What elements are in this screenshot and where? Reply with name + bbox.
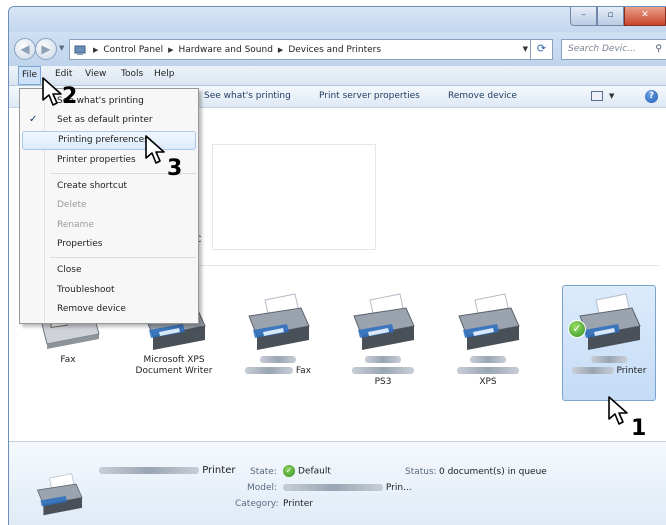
device-label: Printer (616, 366, 647, 376)
check-icon: ✓ (29, 114, 38, 125)
details-model-text: Prin... (385, 483, 412, 493)
menu-help[interactable]: Help (154, 69, 175, 79)
printer-icon (453, 290, 523, 350)
menu-bar: File Edit View Tools Help (9, 66, 666, 86)
breadcrumb-control-panel[interactable]: Control Panel (103, 45, 163, 55)
device-label: PS3 (374, 377, 392, 387)
device-printer-xps[interactable]: XPS (441, 290, 535, 388)
details-category-label: Category: (235, 499, 279, 509)
menu-item-rename[interactable]: Rename (22, 216, 196, 235)
details-printer-icon (33, 470, 85, 519)
device-printer-selected[interactable]: ✓ Printer (562, 285, 656, 401)
forward-button[interactable]: ▶ (35, 38, 57, 60)
maximize-button[interactable]: ▫ (597, 7, 624, 26)
device-label: Fax (295, 366, 312, 376)
menu-tools[interactable]: Tools (121, 69, 143, 79)
cursor-arrow-icon (42, 77, 62, 106)
menu-help-label: Help (154, 69, 175, 79)
details-device-name: Printer (99, 465, 235, 476)
address-bar[interactable]: ▶ Control Panel ▶ Hardware and Sound ▶ D… (69, 39, 553, 60)
title-bar: – ▫ ✕ (9, 7, 666, 32)
menu-file[interactable]: File (18, 66, 42, 85)
default-check-icon: ✓ (283, 465, 295, 477)
search-icon[interactable]: ⚲ (655, 40, 662, 59)
printer-icon: ✓ (568, 290, 644, 350)
details-state-value: ✓ Default (283, 465, 331, 477)
device-thumbnail-placeholder (212, 144, 376, 250)
printer-icon (243, 290, 313, 350)
step-number-2: 2 (62, 84, 78, 109)
help-icon[interactable]: ? (645, 90, 658, 103)
device-label: XPS (479, 377, 497, 387)
menu-file-label: File (22, 70, 38, 80)
menu-view-label: View (85, 69, 107, 79)
search-input[interactable]: Search Devic... ⚲ (561, 39, 666, 60)
device-label: Microsoft XPS (143, 355, 205, 365)
details-printer-label: Printer (202, 465, 236, 476)
menu-item-label: Set as default printer (57, 115, 153, 125)
redacted-model-name (441, 355, 535, 366)
breadcrumb-separator: ▶ (277, 45, 284, 54)
print-server-properties-button[interactable]: Print server properties (319, 91, 420, 101)
section-divider (179, 265, 659, 266)
cursor-arrow-icon (608, 396, 628, 425)
search-placeholder: Search Devic... (568, 44, 636, 54)
redacted-model-name (563, 355, 655, 366)
details-status-value: 0 document(s) in queue (439, 467, 547, 477)
menu-item-set-default-printer[interactable]: ✓ Set as default printer (22, 111, 196, 130)
menu-item-properties[interactable]: Properties (22, 235, 196, 254)
control-panel-icon (74, 45, 86, 55)
details-pane: Printer State: ✓ Default Status: 0 docume… (9, 441, 666, 525)
printer-icon (348, 290, 418, 350)
refresh-icon[interactable]: ⟳ (530, 39, 552, 60)
view-dropdown-icon[interactable]: ▼ (609, 92, 614, 100)
step-number-1: 1 (631, 416, 647, 441)
device-label: Fax (60, 355, 76, 365)
menu-tools-label: Tools (121, 69, 144, 79)
breadcrumb-hardware-and-sound[interactable]: Hardware and Sound (178, 45, 272, 55)
device-label-line2: Document Writer (135, 366, 213, 376)
details-state-text: Default (298, 466, 331, 477)
details-model-value: Prin... (283, 483, 412, 493)
menu-view[interactable]: View (85, 69, 106, 79)
breadcrumb-devices-and-printers[interactable]: Devices and Printers (288, 45, 381, 55)
step-number-3: 3 (167, 156, 183, 181)
navigation-bar: ◀ ▶ ▼ ▶ Control Panel ▶ Hardware and Sou… (9, 32, 666, 66)
recent-pages-dropdown[interactable]: ▼ (59, 44, 64, 52)
breadcrumb-separator: ▶ (93, 45, 99, 54)
back-button[interactable]: ◀ (14, 38, 36, 60)
device-name-line: Printer (563, 366, 655, 377)
menu-item-delete[interactable]: Delete (22, 196, 196, 215)
redacted-model-name (231, 355, 325, 366)
remove-device-button[interactable]: Remove device (448, 91, 517, 101)
menu-item-close[interactable]: Close (22, 261, 196, 280)
device-printer-ps3[interactable]: PS3 (336, 290, 430, 388)
menu-separator (50, 257, 196, 258)
menu-item-printing-preferences[interactable]: Printing preferences (22, 131, 196, 150)
device-printer-fax[interactable]: Fax (231, 290, 325, 377)
menu-item-remove-device[interactable]: Remove device (22, 300, 196, 319)
menu-item-troubleshoot[interactable]: Troubleshoot (22, 281, 196, 300)
details-status-label: Status: (405, 467, 437, 477)
default-check-icon: ✓ (568, 320, 586, 338)
details-state-label: State: (250, 467, 277, 477)
details-category-value: Printer (283, 499, 313, 509)
cursor-arrow-icon (145, 135, 165, 164)
change-view-icon[interactable] (591, 91, 603, 101)
devices-and-printers-window: – ▫ ✕ ◀ ▶ ▼ ▶ Control Panel ▶ Hardware a… (8, 6, 666, 525)
minimize-button[interactable]: – (570, 7, 597, 26)
close-button[interactable]: ✕ (624, 7, 666, 26)
see-printing-button[interactable]: See what's printing (204, 91, 291, 101)
redacted-model-name (336, 355, 430, 366)
redacted-model-name (441, 366, 535, 377)
redacted-model-name (336, 366, 430, 377)
breadcrumb-separator: ▶ (168, 45, 174, 54)
file-menu-dropdown: See what's printing ✓ Set as default prin… (19, 88, 199, 324)
details-model-label: Model: (247, 483, 278, 493)
window-controls: – ▫ ✕ (570, 7, 666, 26)
address-dropdown-icon[interactable]: ▼ (523, 45, 528, 53)
device-name-line: Fax (231, 366, 325, 377)
